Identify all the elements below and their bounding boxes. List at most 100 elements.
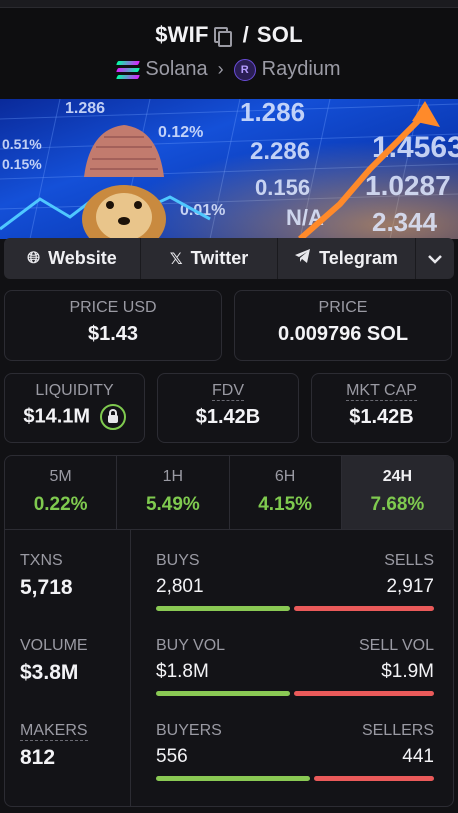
sells-label: SELLS — [384, 552, 434, 569]
liquidity-card: LIQUIDITY $14.1M — [4, 373, 145, 443]
pair-separator: / — [242, 22, 249, 47]
volume-bar — [156, 691, 434, 696]
makers-label[interactable]: MAKERS — [20, 722, 88, 741]
pair-header: $WIF / SOL Solana › R Raydium — [0, 8, 458, 100]
txns-value: 5,718 — [20, 576, 73, 599]
ticker-6: 1.0287 — [365, 170, 451, 201]
liquidity-label: LIQUIDITY — [35, 382, 114, 399]
buys-bar-fill — [156, 606, 291, 611]
raydium-icon: R — [233, 58, 256, 81]
website-label: Website — [48, 248, 117, 268]
trading-stats-panel: 5M 0.22% 1H 5.49% 6H 4.15% 24H 7.68% TXN… — [4, 455, 454, 807]
ticker-1: 1.286 — [65, 100, 105, 117]
mktcap-card: MKT CAP $1.42B — [311, 373, 452, 443]
ticker-4: 0.156 — [255, 175, 310, 200]
timeframe-tabs: 5M 0.22% 1H 5.49% 6H 4.15% 24H 7.68% — [5, 456, 453, 530]
price-native-value: 0.009796 SOL — [277, 323, 409, 345]
sell-vol-bar-fill — [294, 691, 434, 696]
tab-1h[interactable]: 1H 5.49% — [117, 456, 230, 529]
buyers-bar-fill — [156, 776, 310, 781]
buys-sells-split: BUYS SELLS 2,801 2,917 — [156, 552, 434, 611]
makers-value: 812 — [20, 746, 56, 769]
volume-label: VOLUME — [20, 637, 88, 654]
buys-value: 2,801 — [156, 576, 204, 597]
sellers-value: 441 — [402, 746, 434, 767]
fdv-value: $1.42B — [195, 406, 261, 428]
buyers-value: 556 — [156, 746, 188, 767]
twitter-label: Twitter — [190, 248, 249, 268]
price-usd-card: PRICE USD $1.43 — [4, 290, 222, 361]
breadcrumb: Solana › R Raydium — [0, 58, 458, 81]
tab-5m[interactable]: 5M 0.22% — [5, 456, 118, 529]
tab-5m-label: 5M — [49, 468, 72, 485]
globe-icon: 🌐︎ — [27, 249, 41, 267]
buys-label: BUYS — [156, 552, 200, 569]
fdv-label[interactable]: FDV — [212, 382, 244, 401]
txns-label: TXNS — [20, 552, 63, 569]
telegram-button[interactable]: Telegram — [278, 238, 416, 279]
tab-24h[interactable]: 24H 7.68% — [341, 456, 453, 529]
website-button[interactable]: 🌐︎ Website — [4, 238, 141, 279]
buy-vol-value: $1.8M — [156, 661, 209, 682]
txns-metric: TXNS 5,718 — [20, 552, 73, 600]
more-links-button[interactable] — [416, 238, 454, 279]
sell-vol-value: $1.9M — [381, 661, 434, 682]
ticker-9: 0.15% — [2, 156, 42, 172]
buy-vol-label: BUY VOL — [156, 637, 226, 654]
mktcap-label[interactable]: MKT CAP — [346, 382, 417, 401]
token-symbol: $WIF — [155, 22, 209, 47]
liquidity-value: $14.1M — [23, 405, 91, 428]
price-native-label: PRICE — [318, 299, 368, 316]
telegram-label: Telegram — [319, 248, 398, 268]
sell-vol-label: SELL VOL — [358, 637, 434, 654]
chevron-down-icon — [428, 254, 442, 264]
buy-vol-bar-fill — [156, 691, 291, 696]
buyers-label: BUYERS — [156, 722, 222, 739]
price-usd-value: $1.43 — [87, 323, 139, 345]
tab-24h-label: 24H — [382, 468, 413, 485]
copy-icon[interactable] — [213, 26, 232, 47]
tab-1h-change: 5.49% — [145, 494, 200, 515]
buyers-sellers-split: BUYERS SELLERS 556 441 — [156, 722, 434, 781]
chevron-right-icon: › — [217, 59, 224, 79]
tab-1h-label: 1H — [162, 468, 184, 485]
x-logo-icon: 𝕏 — [169, 249, 183, 268]
tab-6h[interactable]: 6H 4.15% — [230, 456, 342, 529]
pair-title: $WIF / SOL — [0, 22, 458, 48]
lock-icon[interactable] — [99, 404, 126, 430]
mktcap-value: $1.42B — [349, 406, 414, 428]
sellers-label: SELLERS — [361, 722, 434, 739]
buyers-sellers-bar — [156, 776, 434, 781]
social-links: 🌐︎ Website 𝕏 Twitter Telegram — [4, 238, 454, 279]
ticker-8: 0.12% — [158, 124, 203, 141]
volume-split: BUY VOL SELL VOL $1.8M $1.9M — [156, 637, 434, 696]
price-usd-label: PRICE USD — [69, 299, 157, 316]
quote-symbol: SOL — [256, 22, 303, 47]
ticker-7: 2.344 — [372, 207, 438, 237]
twitter-button[interactable]: 𝕏 Twitter — [141, 238, 278, 279]
sells-bar-fill — [294, 606, 434, 611]
price-native-card: PRICE 0.009796 SOL — [234, 290, 452, 361]
sells-value: 2,917 — [386, 576, 434, 597]
top-edge — [0, 0, 458, 8]
buys-sells-bar — [156, 606, 434, 611]
tab-24h-change: 7.68% — [370, 494, 425, 515]
dex-name[interactable]: Raydium — [262, 58, 341, 81]
ticker-3: 2.286 — [250, 138, 310, 165]
tab-6h-label: 6H — [274, 468, 296, 485]
fdv-card: FDV $1.42B — [157, 373, 299, 443]
volume-value: $3.8M — [20, 661, 79, 684]
banner-art: 1.286 1.286 2.286 0.156 1.4563 1.0287 2.… — [0, 99, 458, 239]
ticker-5: 1.4563 — [372, 131, 458, 164]
ticker-2: 1.286 — [240, 99, 305, 127]
chain-name[interactable]: Solana — [145, 58, 207, 81]
solana-icon — [116, 60, 141, 79]
tab-5m-change: 0.22% — [33, 494, 88, 515]
token-banner-image: 1.286 1.286 2.286 0.156 1.4563 1.0287 2.… — [0, 99, 458, 239]
telegram-icon — [295, 249, 311, 268]
ticker-10: 0.51% — [2, 136, 42, 152]
sellers-bar-fill — [313, 776, 434, 781]
volume-metric: VOLUME $3.8M — [20, 637, 88, 685]
tab-6h-change: 4.15% — [258, 494, 313, 515]
makers-metric: MAKERS 812 — [20, 722, 88, 770]
